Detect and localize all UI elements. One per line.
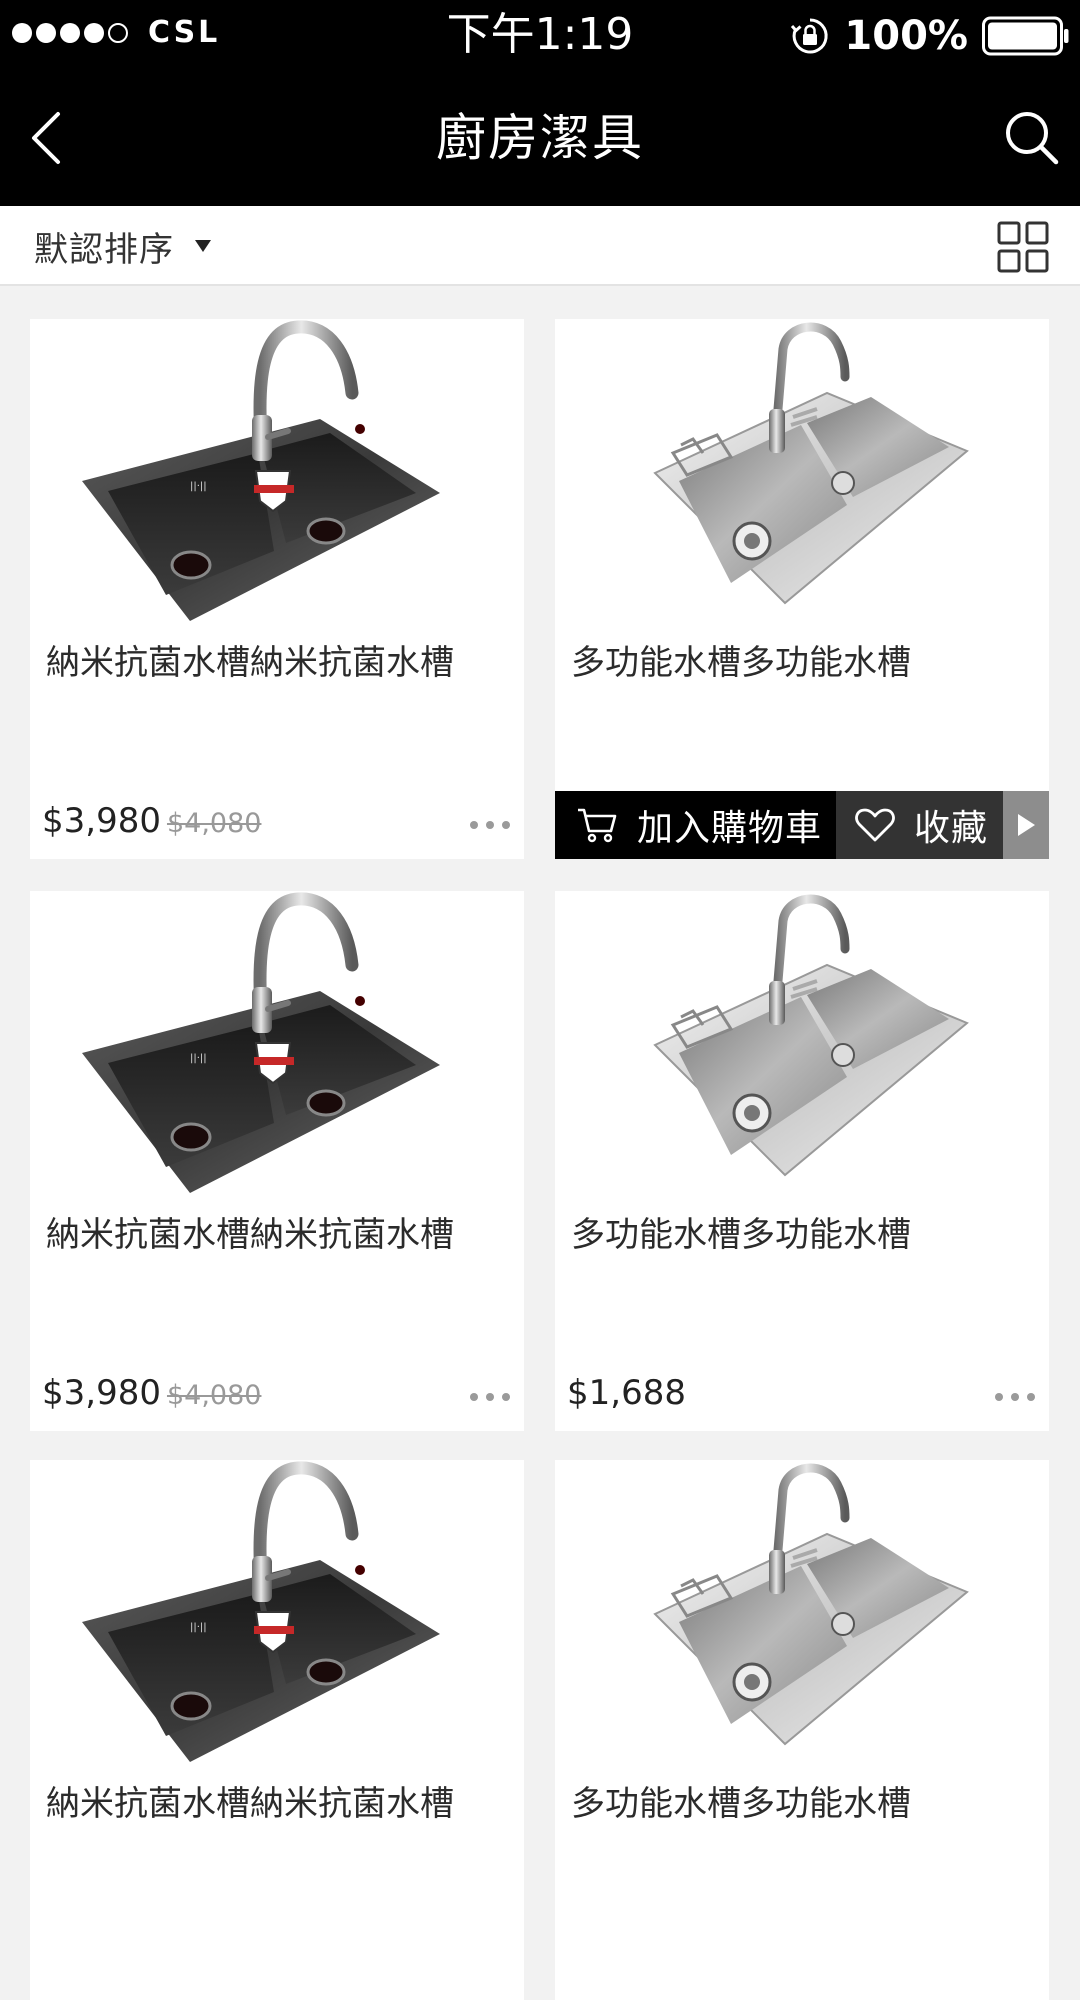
more-options-button[interactable] [470, 1389, 510, 1405]
expand-actions-button[interactable] [1003, 791, 1049, 859]
product-name: 納米抗菌水槽納米抗菌水槽 [46, 1784, 454, 1824]
product-card[interactable]: ||·|| 納米抗菌水槽納米抗菌水槽 $3,980 $4,080 [30, 891, 524, 1431]
more-dot-icon [1011, 1393, 1019, 1401]
product-name: 多功能水槽多功能水槽 [571, 643, 911, 683]
battery-percent: 100% [844, 13, 968, 59]
black-sink-image: ||·|| [82, 1461, 440, 1762]
svg-text:||·||: ||·|| [190, 481, 207, 492]
add-to-cart-button[interactable]: 加入購物車 [555, 791, 836, 859]
product-card[interactable]: 多功能水槽多功能水槽 $1,688 [555, 891, 1049, 1431]
battery-icon [982, 16, 1069, 56]
more-dot-icon [470, 1393, 478, 1401]
product-card[interactable]: ||·|| 納米抗菌水槽納米抗菌水槽 $3,980 $4,080 [30, 319, 524, 859]
black-sink-image: ||·|| [82, 892, 440, 1193]
more-dot-icon [486, 1393, 494, 1401]
battery-status: 100% [790, 13, 1070, 59]
steel-sink-image [653, 1463, 969, 1746]
more-dot-icon [995, 1393, 1003, 1401]
add-to-cart-label: 加入購物車 [637, 808, 823, 849]
steel-sink-image [653, 894, 969, 1177]
product-original-price: $4,080 [166, 808, 262, 839]
sort-dropdown[interactable]: 默認排序 [34, 224, 212, 270]
product-price: $3,980 [42, 1373, 161, 1413]
product-price-row: $3,980 $4,080 [42, 1373, 261, 1413]
heart-icon [855, 808, 895, 842]
view-toggle-button[interactable] [996, 220, 1050, 274]
page-title: 廚房潔具 [436, 109, 644, 167]
steel-sink-image [653, 322, 969, 605]
more-options-button[interactable] [470, 817, 510, 833]
nav-bar: 廚房潔具 [0, 70, 1080, 206]
more-dot-icon [486, 821, 494, 829]
product-name: 納米抗菌水槽納米抗菌水槽 [46, 1215, 454, 1255]
product-name: 納米抗菌水槽納米抗菌水槽 [46, 643, 454, 683]
sort-label: 默認排序 [34, 229, 174, 270]
more-dot-icon [502, 1393, 510, 1401]
search-button[interactable] [1002, 108, 1062, 168]
status-bar: CSL 下午1:19 100% [0, 0, 1080, 70]
black-sink-image: ||·|| [82, 320, 440, 621]
back-button[interactable] [20, 106, 80, 170]
product-price: $3,980 [42, 801, 161, 841]
grid-view-icon [997, 221, 1049, 273]
svg-text:||·||: ||·|| [190, 1622, 207, 1633]
rotation-lock-icon [791, 18, 829, 54]
product-name: 多功能水槽多功能水槽 [571, 1215, 911, 1255]
product-card[interactable]: 多功能水槽多功能水槽 加入購物車 收藏 [555, 319, 1049, 859]
product-card[interactable]: ||·|| 納米抗菌水槽納米抗菌水槽 [30, 1460, 524, 2000]
sort-bar: 默認排序 [0, 206, 1080, 286]
favorite-label: 收藏 [914, 808, 989, 849]
product-name: 多功能水槽多功能水槽 [571, 1784, 911, 1824]
favorite-button[interactable]: 收藏 [836, 791, 1003, 859]
svg-text:||·||: ||·|| [190, 1053, 207, 1064]
more-options-button[interactable] [995, 1389, 1035, 1405]
product-card[interactable]: 多功能水槽多功能水槽 [555, 1460, 1049, 2000]
top-bar: CSL 下午1:19 100% 廚房潔具 [0, 0, 1080, 206]
product-action-bar: 加入購物車 收藏 [555, 791, 1049, 859]
product-original-price: $4,080 [166, 1380, 262, 1411]
product-price-row: $1,688 [567, 1373, 686, 1413]
chevron-left-icon [32, 112, 60, 164]
product-price-row: $3,980 $4,080 [42, 801, 261, 841]
more-dot-icon [1027, 1393, 1035, 1401]
play-right-icon [1018, 814, 1035, 836]
search-icon [1006, 112, 1059, 165]
caret-down-icon [195, 240, 211, 252]
more-dot-icon [470, 821, 478, 829]
cart-icon [578, 808, 617, 843]
more-dot-icon [502, 821, 510, 829]
product-price: $1,688 [567, 1373, 686, 1413]
